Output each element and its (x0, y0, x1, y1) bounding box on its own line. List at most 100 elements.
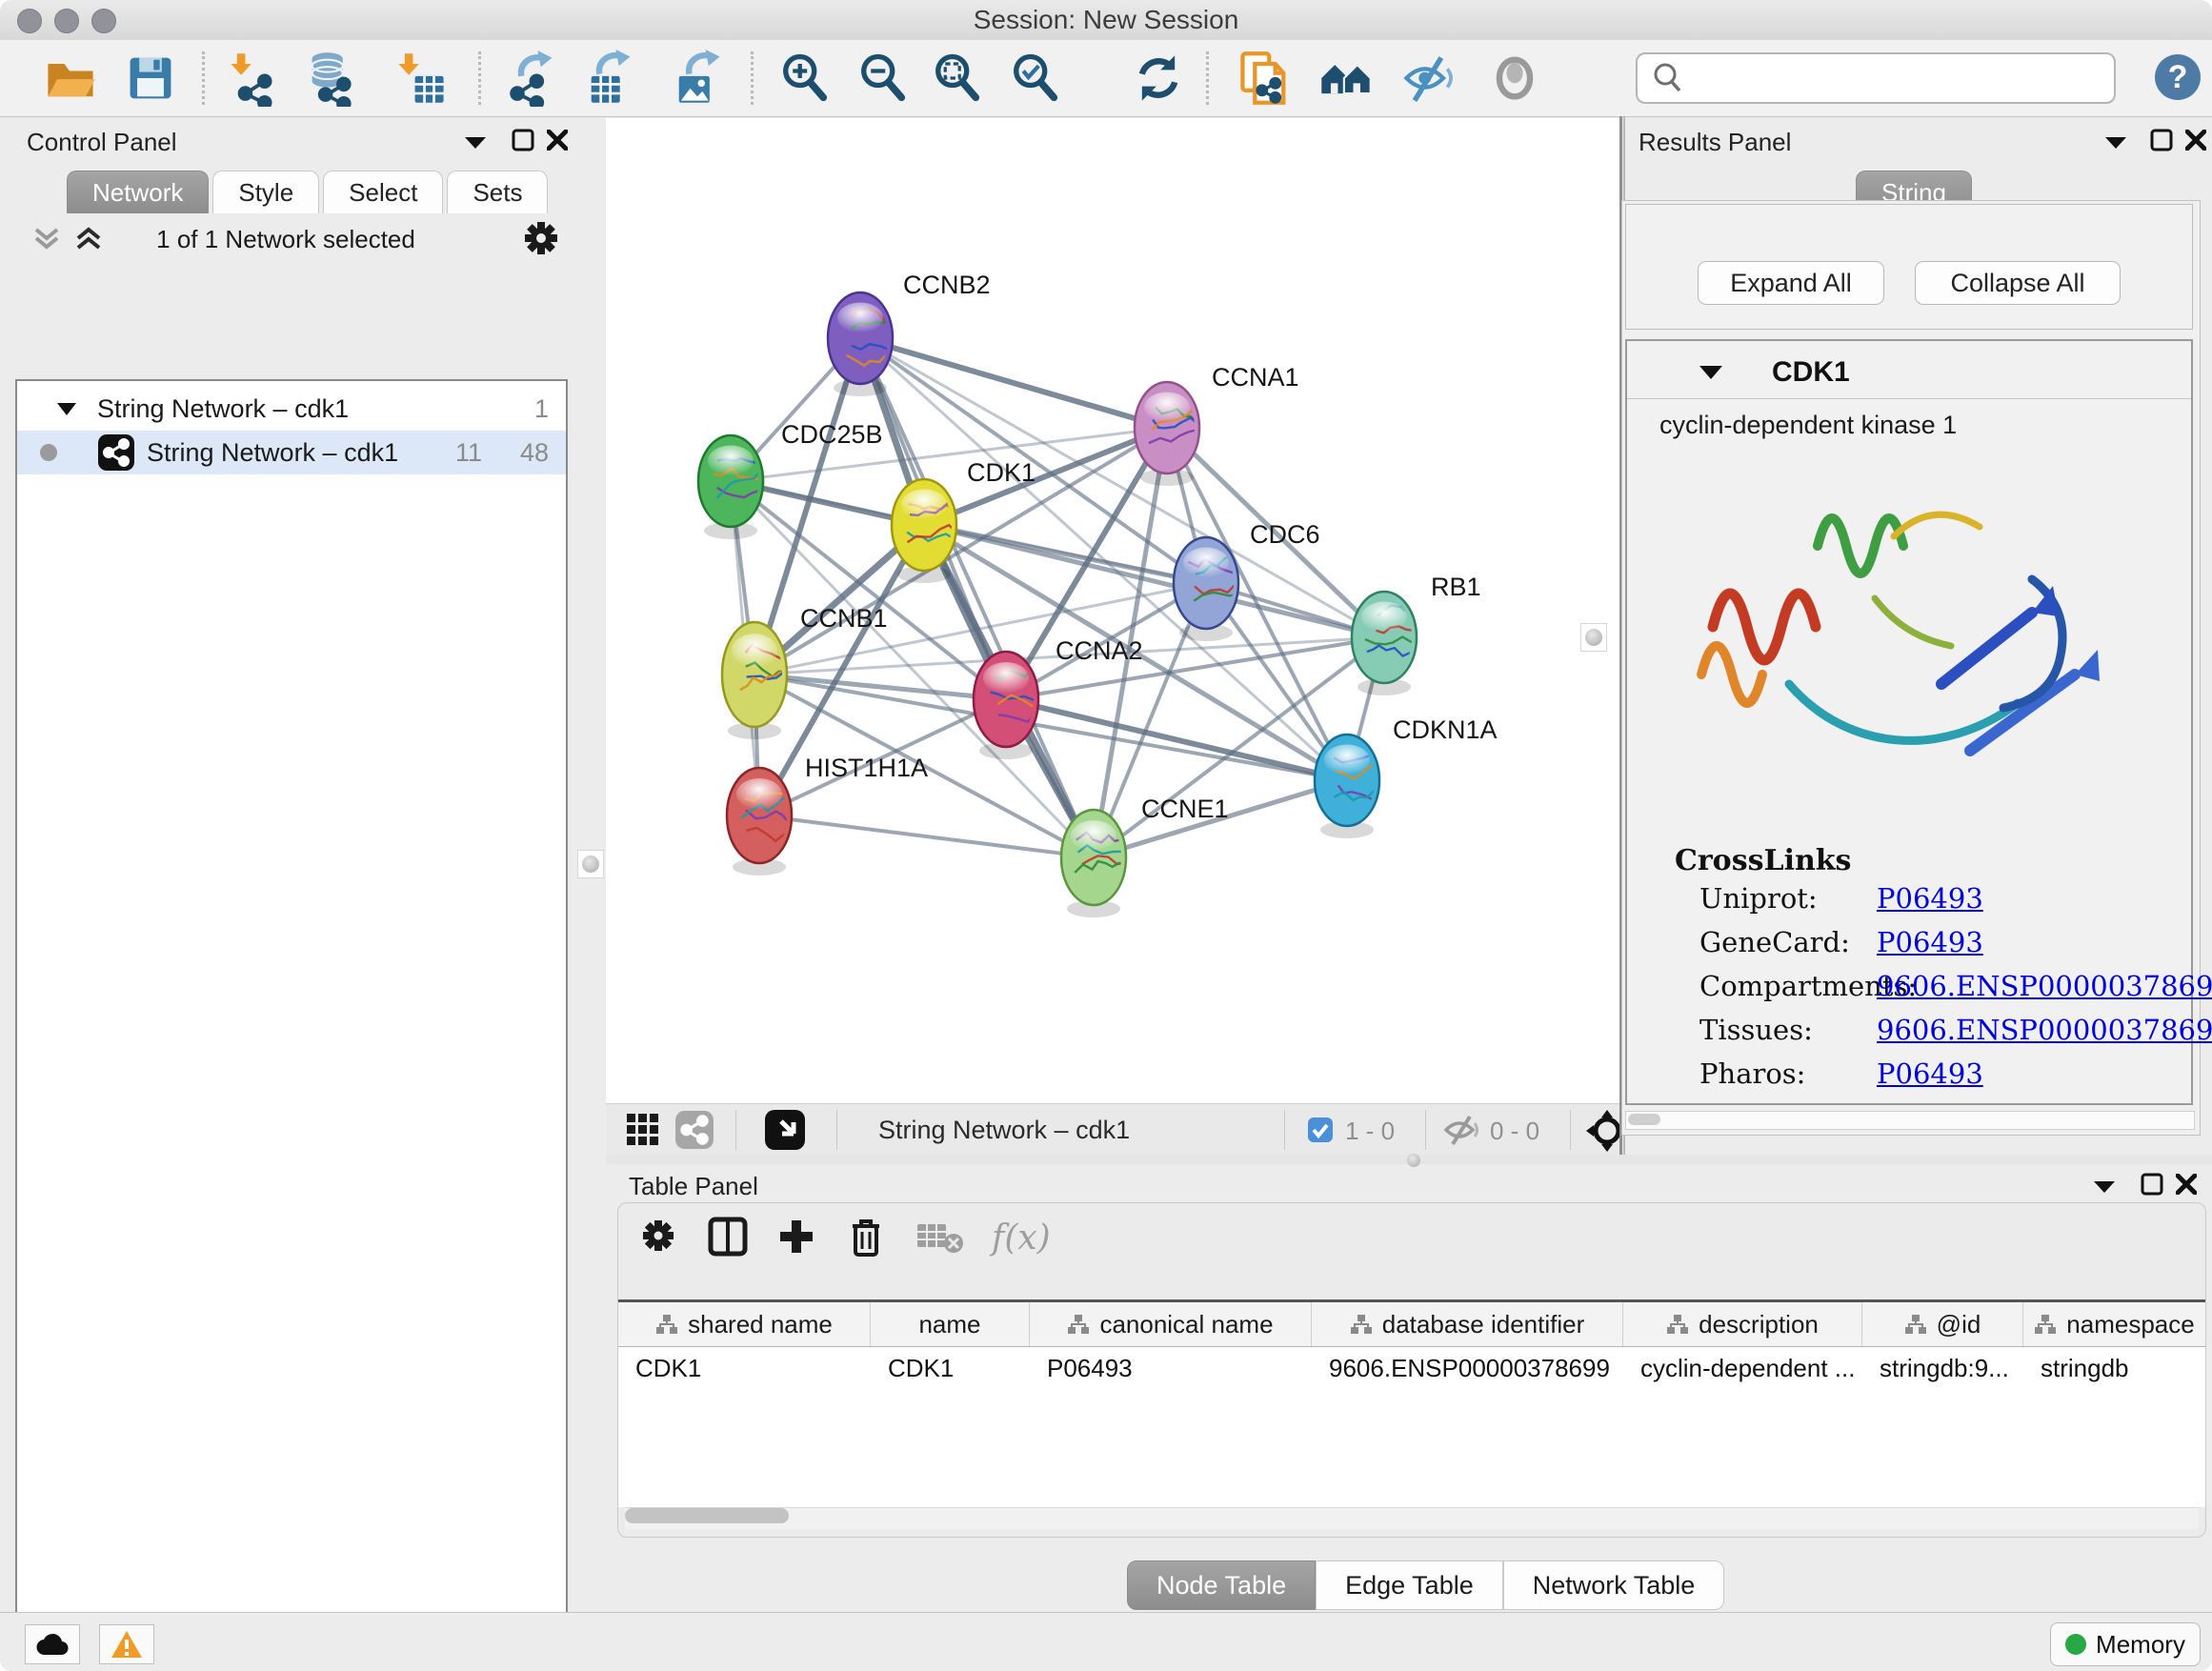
export-image-button[interactable] (669, 50, 726, 107)
scrollbar-thumb[interactable] (625, 1508, 789, 1523)
eye-slash-icon (1400, 50, 1458, 107)
warnings-button[interactable] (99, 1624, 154, 1664)
close-panel-icon[interactable] (2170, 1170, 2202, 1198)
crosslink-link[interactable]: 9606.ENSP00000378699 (1877, 970, 2212, 1002)
tab-sets[interactable]: Sets (447, 171, 548, 213)
edge-count: 48 (520, 438, 549, 468)
hidden-count: 0 - 0 (1490, 1117, 1539, 1146)
save-session-button[interactable] (122, 50, 179, 107)
netbar-separator (836, 1110, 837, 1150)
collapse-panel-icon[interactable] (2088, 1172, 2121, 1200)
float-panel-icon[interactable] (2136, 1170, 2168, 1198)
eye-button[interactable] (1486, 50, 1543, 107)
cell-name[interactable]: CDK1 (871, 1347, 1030, 1389)
crosslink-link[interactable]: P06493 (1877, 926, 1983, 958)
zoom-selected-button[interactable] (1006, 50, 1063, 107)
cell-description[interactable]: cyclin-dependent ... (1623, 1347, 1862, 1389)
float-panel-icon[interactable] (2145, 126, 2178, 154)
table-panel-title: Table Panel (629, 1172, 758, 1201)
network-collection-row[interactable]: String Network – cdk1 1 (17, 387, 566, 431)
results-scrollbar[interactable] (1625, 1111, 2195, 1130)
protein-structure-image (1656, 446, 2170, 836)
network-canvas[interactable]: CCNB2CCNA1CDC25BCDK1CDC6RB1CCNB1CCNA2CDK… (606, 118, 1619, 1103)
expand-all-networks-icon[interactable] (74, 227, 103, 256)
cell-canonical-name[interactable]: P06493 (1030, 1347, 1312, 1389)
import-network-database-button[interactable] (303, 50, 360, 107)
collapse-panel-icon[interactable] (459, 128, 492, 156)
close-panel-icon[interactable] (2180, 126, 2212, 154)
network-node-rb1[interactable] (1352, 592, 1427, 695)
table-horizontal-scrollbar[interactable] (625, 1507, 2199, 1529)
network-node-cdkn1a[interactable] (1315, 735, 1387, 838)
zoom-in-icon (775, 50, 833, 107)
import-network-file-button[interactable] (225, 50, 282, 107)
create-column-button[interactable] (776, 1217, 818, 1258)
network-node-ccne1[interactable] (1061, 810, 1132, 917)
gray-eye-icon (1486, 50, 1543, 107)
zoom-fit-button[interactable] (928, 50, 985, 107)
tab-network[interactable]: Network (67, 171, 209, 213)
tab-style[interactable]: Style (212, 171, 319, 213)
tab-network-table[interactable]: Network Table (1503, 1560, 1725, 1610)
graphics-details-grid-icon[interactable] (625, 1112, 661, 1153)
zoom-selected-icon (1006, 50, 1063, 107)
left-splitter-handle[interactable] (577, 850, 604, 878)
network-edge[interactable] (759, 815, 1094, 857)
close-panel-icon[interactable] (541, 126, 573, 154)
crosslink-link[interactable]: P06493 (1877, 882, 1983, 915)
cloud-button[interactable] (25, 1624, 80, 1664)
collapse-panel-icon[interactable] (2100, 128, 2132, 156)
string-style-toggle-icon[interactable] (674, 1110, 714, 1155)
cell-id[interactable]: stringdb:9... (1862, 1347, 2023, 1389)
import-table-button[interactable] (392, 50, 450, 107)
open-in-window-icon[interactable] (764, 1109, 806, 1156)
table-tabs: Node Table Edge Table Network Table (1127, 1560, 1724, 1608)
help-button[interactable]: ? (2155, 54, 2201, 100)
zoom-out-button[interactable] (854, 50, 911, 107)
cell-database-identifier[interactable]: 9606.ENSP00000378699 (1312, 1347, 1623, 1389)
tree-expand-icon[interactable] (57, 402, 76, 415)
zoom-in-button[interactable] (775, 50, 833, 107)
tab-edge-table[interactable]: Edge Table (1316, 1560, 1503, 1610)
memory-button[interactable]: Memory (2050, 1622, 2201, 1666)
import-network-icon (225, 50, 282, 107)
network-tree: String Network – cdk1 1 String Network –… (15, 379, 568, 1671)
right-splitter-handle[interactable] (1580, 623, 1607, 652)
column-header: canonical name (1030, 1302, 1312, 1346)
network-node-ccnb2[interactable] (828, 292, 904, 396)
network-row-selected[interactable]: String Network – cdk1 11 48 (17, 431, 566, 474)
new-network-from-selection-button[interactable] (1237, 50, 1294, 107)
network-selection-status: 1 of 1 Network selected (124, 225, 448, 254)
hierarchy-icon (1350, 1314, 1373, 1335)
results-scrollbar-thumb[interactable] (1628, 1114, 1660, 1125)
home-button[interactable] (1317, 50, 1375, 107)
section-collapse-icon[interactable] (1699, 364, 1722, 379)
tab-node-table[interactable]: Node Table (1127, 1560, 1316, 1610)
protein-section-header[interactable]: CDK1 (1627, 341, 2191, 399)
network-options-gear-icon[interactable] (522, 219, 560, 262)
expand-all-button[interactable]: Expand All (1698, 261, 1884, 305)
apply-layout-button[interactable] (1130, 50, 1187, 107)
open-session-button[interactable] (42, 50, 99, 107)
selected-nodes-checkbox[interactable] (1307, 1117, 1334, 1148)
export-table-button[interactable] (581, 50, 638, 107)
crosslink-link[interactable]: P06493 (1877, 1057, 1983, 1090)
network-edge[interactable] (860, 338, 1167, 428)
collapse-all-networks-icon[interactable] (32, 227, 61, 256)
table-options-gear-button[interactable] (639, 1217, 681, 1258)
cell-namespace[interactable]: stringdb (2023, 1347, 2205, 1389)
table-row[interactable]: CDK1 CDK1 P06493 9606.ENSP00000378699 cy… (618, 1347, 2205, 1389)
cell-shared-name[interactable]: CDK1 (618, 1347, 871, 1389)
crosslink-label: GeneCard: (1699, 926, 1850, 958)
tab-select[interactable]: Select (323, 171, 443, 213)
delete-column-button[interactable] (847, 1217, 889, 1258)
search-input[interactable] (1689, 58, 2114, 98)
float-panel-icon[interactable] (507, 126, 539, 154)
crosslink-link[interactable]: 9606.ENSP00000378699 (1877, 1014, 2212, 1046)
hidden-items-eye-icon[interactable] (1442, 1113, 1480, 1152)
export-network-button[interactable] (503, 50, 560, 107)
collapse-all-button[interactable]: Collapse All (1915, 261, 2121, 305)
show-columns-button[interactable] (708, 1217, 750, 1258)
hide-graphics-details-button[interactable] (1400, 50, 1458, 107)
network-node-hist1h1a[interactable] (727, 768, 801, 876)
